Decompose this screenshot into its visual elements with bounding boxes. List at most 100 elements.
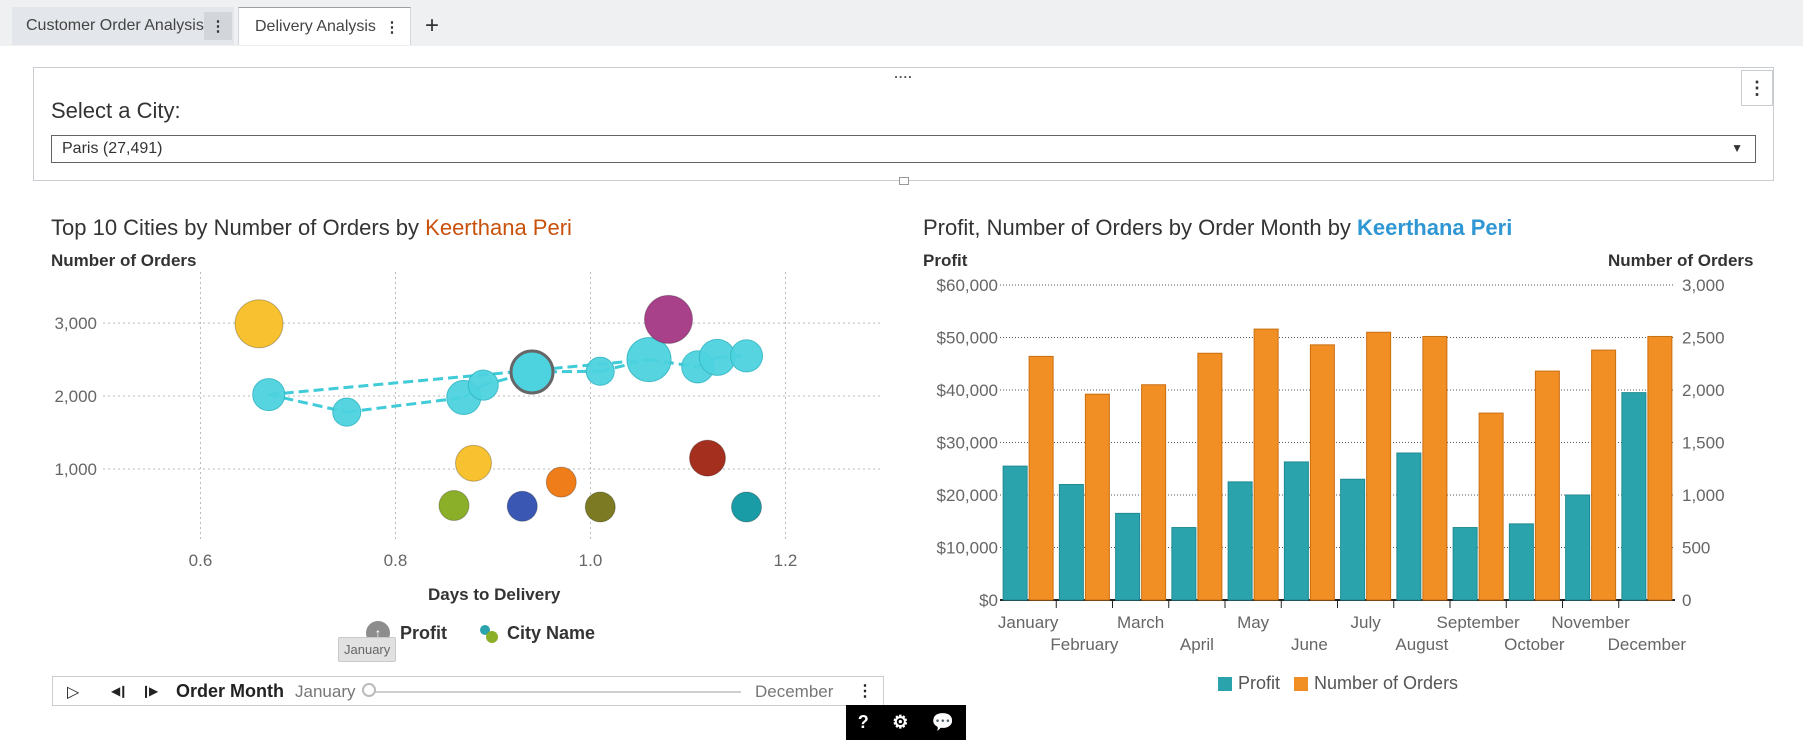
tab-more-icon[interactable]: ⋮ — [378, 13, 406, 41]
animation-control: ▷ ◀❙ ❙▶ Order Month January December ⋮ — [52, 676, 884, 706]
profit-bar — [1283, 461, 1309, 601]
x-tick-label: September — [1437, 613, 1520, 632]
trail-point — [467, 369, 499, 401]
tab-label: Customer Order Analysis — [26, 17, 204, 34]
x-tick-label: 1.0 — [579, 551, 603, 570]
y-left-tick-label: $20,000 — [937, 486, 998, 505]
step-forward-icon[interactable]: ❙▶ — [141, 684, 158, 698]
orders-bar — [1084, 393, 1110, 601]
trail-point — [585, 356, 615, 386]
x-tick-label: November — [1551, 613, 1630, 632]
y-right-tick-label: 1,000 — [1682, 486, 1725, 505]
profit-bar — [1508, 523, 1534, 601]
help-icon[interactable]: ? — [858, 712, 869, 733]
data-point — [455, 444, 492, 482]
left-x-axis-title: Days to Delivery — [428, 585, 561, 604]
orders-bar — [1591, 349, 1617, 601]
animation-more-icon[interactable]: ⋮ — [857, 681, 873, 701]
play-icon[interactable]: ▷ — [67, 682, 79, 702]
tooltip: January — [338, 637, 397, 662]
y-tick-label: 2,000 — [54, 387, 97, 406]
animation-label: Order Month — [176, 681, 284, 701]
city-dropdown[interactable]: Paris (27,491) ▼ — [51, 135, 1756, 163]
y-left-tick-label: $40,000 — [937, 381, 998, 400]
legend-swatch — [1294, 676, 1309, 691]
x-tick-label: 0.8 — [384, 551, 408, 570]
data-point — [438, 490, 470, 522]
x-tick-label: April — [1180, 635, 1214, 654]
orders-bar — [1422, 335, 1448, 601]
left-chart-title: Top 10 Cities by Number of Orders by Kee… — [51, 215, 572, 241]
profit-bar — [1565, 494, 1591, 601]
legend-label: Profit — [1238, 673, 1281, 693]
y-right-tick-label: 500 — [1682, 539, 1710, 558]
y-left-tick-label: $30,000 — [937, 434, 998, 453]
profit-bar — [1115, 512, 1141, 601]
profit-bar — [1621, 392, 1647, 601]
y-left-tick-label: $10,000 — [937, 539, 998, 558]
orders-bar — [1253, 328, 1279, 601]
data-point — [689, 439, 726, 477]
y-right-tick-label: 0 — [1682, 591, 1691, 610]
tab-more-icon[interactable]: ⋮ — [204, 12, 232, 40]
orders-bar — [1647, 335, 1673, 601]
data-point — [644, 294, 693, 344]
right-chart-author: Keerthana Peri — [1357, 215, 1513, 240]
add-tab-icon[interactable]: + — [418, 12, 446, 40]
data-point — [234, 299, 284, 349]
orders-bar — [1534, 370, 1560, 601]
panel-more-icon[interactable]: ⋮ — [1741, 70, 1773, 106]
legend-item-number-of-orders: Number of Orders — [1294, 673, 1458, 694]
legend-label: Number of Orders — [1314, 673, 1459, 693]
x-tick-label: August — [1395, 635, 1448, 654]
drag-handle-icon[interactable]: .... — [894, 67, 912, 80]
step-back-icon[interactable]: ◀❙ — [111, 684, 128, 698]
y-tick-label: 1,000 — [54, 460, 97, 479]
profit-bar — [1058, 484, 1084, 601]
orders-bar — [1197, 352, 1223, 601]
orders-bar — [1366, 331, 1392, 601]
chat-icon[interactable]: 💬 — [932, 712, 954, 733]
orders-bar — [1309, 344, 1335, 601]
city-dropdown-value: Paris (27,491) — [62, 140, 163, 157]
trail-point — [626, 337, 672, 383]
scatter-chart[interactable]: 0.6 0.8 1.0 1.2 1,000 2,000 3,000 — [40, 260, 900, 620]
color-legend-icon — [480, 625, 498, 643]
legend-item-city-name: City Name — [477, 621, 595, 645]
slider-thumb[interactable] — [362, 683, 376, 697]
x-tick-label: October — [1504, 635, 1565, 654]
y-right-tick-label: 1,500 — [1682, 434, 1725, 453]
x-tick-label: January — [998, 613, 1059, 632]
data-point — [545, 466, 577, 498]
legend-item-profit: Profit — [1218, 673, 1280, 694]
slider-track[interactable] — [371, 691, 741, 693]
x-tick-label: December — [1608, 635, 1687, 654]
legend-swatch — [1218, 676, 1232, 691]
profit-bar — [1452, 527, 1478, 601]
x-tick-label: 0.6 — [189, 551, 213, 570]
robot-icon[interactable]: ⚙ — [892, 712, 908, 733]
selected-bubble — [509, 349, 555, 395]
data-point — [731, 491, 762, 523]
resize-handle[interactable] — [898, 177, 909, 185]
bar-chart[interactable]: $0 $10,000 $20,000 $30,000 $40,000 $50,000 $60… — [910, 265, 1770, 665]
profit-bar — [1227, 481, 1253, 601]
legend-label: Profit — [400, 622, 447, 643]
y-left-tick-label: $0 — [979, 591, 998, 610]
trail-point — [252, 378, 286, 412]
tab-customer-order-analysis[interactable]: Customer Order Analysis ⋮ — [12, 7, 234, 45]
orders-bar — [1478, 412, 1504, 601]
chevron-down-icon: ▼ — [1731, 141, 1743, 155]
y-left-tick-label: $50,000 — [937, 329, 998, 348]
help-toolbar: ? ⚙ 💬 — [846, 705, 966, 740]
x-tick-label: 1.2 — [774, 551, 798, 570]
x-tick-label: March — [1117, 613, 1164, 632]
trail-point — [698, 338, 736, 376]
orders-bar — [1141, 384, 1167, 601]
y-tick-label: 3,000 — [54, 314, 97, 333]
y-right-tick-label: 3,000 — [1682, 276, 1725, 295]
tab-delivery-analysis[interactable]: Delivery Analysis ⋮ — [238, 7, 411, 45]
profit-bar — [1171, 527, 1197, 601]
trail-point — [332, 397, 362, 427]
control-panel: .... ⋮ Select a City: Paris (27,491) ▼ — [33, 67, 1774, 185]
